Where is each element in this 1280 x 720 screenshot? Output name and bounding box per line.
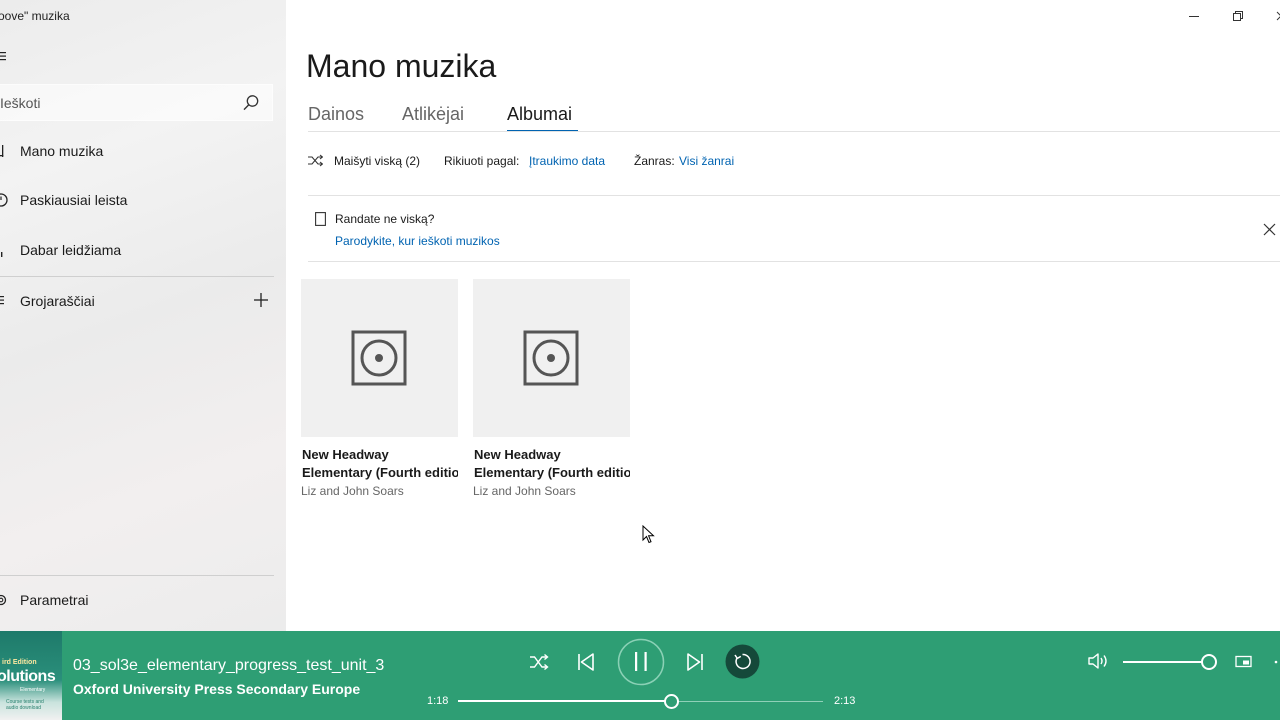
album-artist: Liz and John Soars [473,484,576,498]
album-artist: Liz and John Soars [301,484,404,498]
cover-text: ird Edition [2,659,37,666]
album-title-line: Elementary (Fourth edition) [474,465,630,480]
hamburger-menu-icon[interactable] [0,49,10,63]
app-title: oove" muzika [0,9,70,23]
restore-icon[interactable] [1228,6,1248,26]
music-note-icon [0,145,4,157]
album-tile[interactable]: New Headway Elementary (Fourth edition) … [301,279,458,498]
volume-icon[interactable] [1087,651,1111,671]
page-title: Mano muzika [306,48,497,84]
repeat-icon[interactable] [725,644,760,679]
genre-label: Žanras: [634,154,675,168]
cover-text-line: audio download [6,705,42,711]
notice-title: Randate ne viską? [335,212,435,226]
previous-icon[interactable] [576,652,596,672]
track-title[interactable]: 03_sol3e_elementary_progress_test_unit_3 [73,657,388,675]
playlist-icon [0,296,4,305]
sidebar-item-settings[interactable]: Parametrai [0,580,274,620]
search-icon[interactable] [242,94,260,112]
sidebar-item-label: Parametrai [20,592,89,608]
sort-dropdown[interactable]: Įtraukimo data [529,154,605,168]
sidebar-item-label: Grojaraščiai [20,293,95,309]
sidebar-item-recently-played[interactable]: Paskiausiai leista [0,180,274,220]
seek-bar[interactable] [458,694,823,709]
sidebar-item-now-playing[interactable]: Dabar leidžiama [0,230,274,270]
mouse-cursor-icon [642,525,655,544]
album-title-line: New Headway [302,447,389,462]
shuffle-icon[interactable] [529,653,549,671]
sort-label: Rikiuoti pagal: [444,154,520,168]
document-icon [315,212,326,226]
cover-text: Elementary [20,687,46,693]
gear-icon [0,594,7,606]
sidebar-divider [0,575,274,576]
tab-artists[interactable]: Atlikėjai [402,104,464,125]
mini-player-icon[interactable] [1235,655,1253,669]
time-total: 2:13 [834,695,856,707]
sidebar: oove" muzika Mano muzika Paskiausiai lei… [0,0,286,631]
volume-slider[interactable] [1123,661,1209,663]
album-placeholder-icon [523,330,579,386]
album-title: New Headway Elementary (Fourth edition) [301,446,458,482]
minimize-icon[interactable] [1184,6,1204,26]
tab-songs[interactable]: Dainos [308,104,364,125]
close-window-icon[interactable] [1270,6,1280,26]
tab-albums[interactable]: Albumai [507,104,572,125]
cover-text: Course tests and audio download [6,699,44,711]
sort-value[interactable]: Įtraukimo data [529,154,605,168]
player-bar: ird Edition olutions Elementary Course t… [0,631,1280,720]
add-playlist-icon[interactable] [253,292,269,308]
divider [308,261,1280,262]
album-title-line: Elementary (Fourth edition) [302,465,458,480]
pause-icon[interactable] [617,638,665,686]
time-elapsed: 1:18 [427,695,449,707]
divider [308,131,1280,132]
album-tile[interactable]: New Headway Elementary (Fourth edition) … [473,279,630,498]
genre-dropdown[interactable]: Visi žanrai [679,154,734,168]
search-box[interactable] [0,84,273,121]
clock-icon [0,193,8,207]
close-icon[interactable] [1263,223,1276,236]
sidebar-item-label: Dabar leidžiama [20,242,122,258]
seek-thumb[interactable] [664,694,680,709]
genre-value[interactable]: Visi žanrai [679,154,734,168]
find-music-link[interactable]: Parodykite, kur ieškoti muzikos [335,234,500,248]
search-input[interactable] [0,85,225,120]
album-cover[interactable]: ird Edition olutions Elementary Course t… [0,631,62,720]
album-art [301,279,458,437]
album-art [473,279,630,437]
sidebar-divider [0,276,274,277]
track-artist[interactable]: Oxford University Press Secondary Europe [73,681,360,697]
seek-bar-progress [458,700,672,702]
more-options-icon[interactable] [1272,658,1280,666]
sidebar-item-playlists[interactable]: Grojaraščiai [0,281,274,321]
album-title-line: New Headway [474,447,561,462]
sidebar-item-my-music[interactable]: Mano muzika [0,131,274,171]
volume-thumb[interactable] [1201,654,1217,670]
cover-text: olutions [0,668,56,685]
next-icon[interactable] [685,652,705,672]
album-title: New Headway Elementary (Fourth edition) [473,446,630,482]
sidebar-item-label: Paskiausiai leista [20,192,128,208]
shuffle-all-button[interactable]: Maišyti viską (2) [334,154,420,168]
shuffle-icon [308,154,323,167]
divider [308,195,1280,196]
sidebar-item-label: Mano muzika [20,143,104,159]
album-placeholder-icon [351,330,407,386]
now-playing-icon [1,252,3,257]
